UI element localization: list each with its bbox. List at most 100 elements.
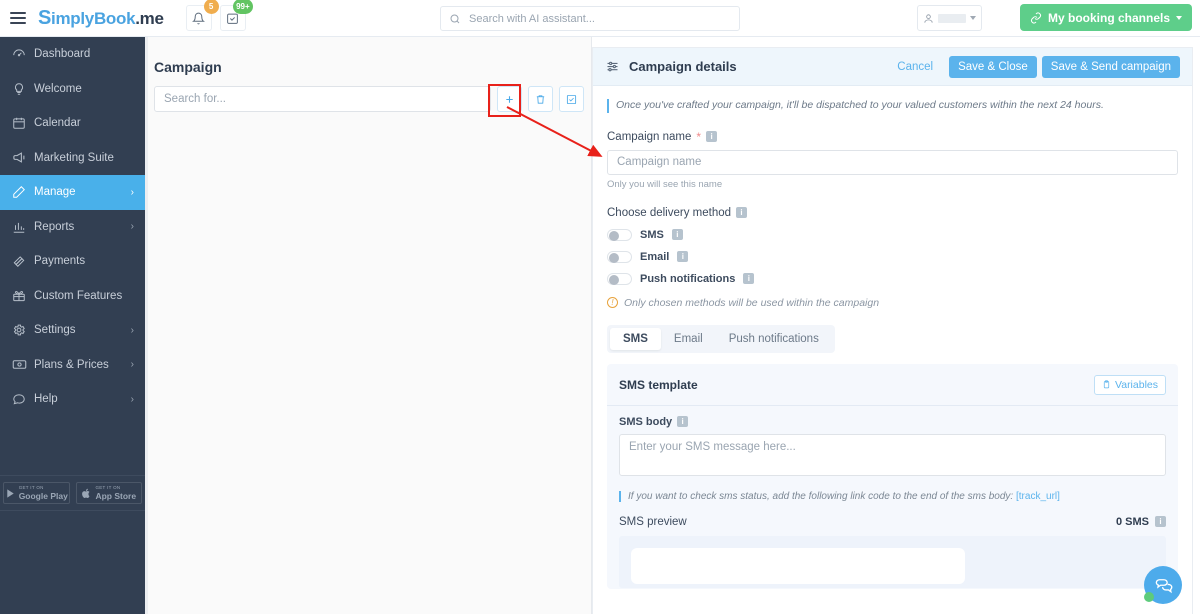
chevron-right-icon: › <box>130 393 134 405</box>
user-account-dropdown[interactable] <box>917 5 982 31</box>
app-store-badge[interactable]: GET IT ON App Store <box>75 482 142 504</box>
sidebar-item-label: Manage <box>34 186 76 199</box>
campaign-details-panel: Campaign details Cancel Save & Close Sav… <box>592 47 1193 614</box>
google-play-geton: GET IT ON <box>18 485 44 490</box>
plus-icon <box>506 95 513 103</box>
bulb-icon <box>12 82 34 96</box>
tab-sms[interactable]: SMS <box>610 327 661 350</box>
campaign-name-label: Campaign name <box>607 130 692 143</box>
delivery-toggle-push[interactable]: Push notifications i <box>607 272 1178 285</box>
track-url-hint: If you want to check sms status, add the… <box>619 490 1166 502</box>
sidebar-item-plans-prices[interactable]: Plans & Prices › <box>0 348 145 383</box>
variables-button[interactable]: Variables <box>1094 374 1166 395</box>
app-root: SimplyBook.me 5 99+ Search with AI assis… <box>0 0 1200 614</box>
google-play-label: Google Play <box>18 490 68 501</box>
notifications-button[interactable]: 5 <box>185 0 219 31</box>
sms-template-header: SMS template Variables <box>619 374 1166 395</box>
delete-campaign-button[interactable] <box>528 86 553 112</box>
google-play-badge[interactable]: GET IT ON Google Play <box>3 482 70 504</box>
required-asterisk: * <box>696 129 702 144</box>
info-icon[interactable]: i <box>677 416 689 428</box>
delivery-method-label: Choose delivery method <box>607 206 732 219</box>
add-campaign-button[interactable] <box>497 86 522 112</box>
sidebar-item-reports[interactable]: Reports › <box>0 210 145 245</box>
tab-push-notifications[interactable]: Push notifications <box>716 328 832 350</box>
sidebar-item-marketing-suite[interactable]: Marketing Suite <box>0 141 145 176</box>
sidebar-item-settings[interactable]: Settings › <box>0 313 145 348</box>
save-close-button[interactable]: Save & Close <box>949 55 1037 78</box>
info-icon[interactable]: i <box>736 207 748 219</box>
delivery-toggle-email[interactable]: Email i <box>607 250 1178 263</box>
user-name-redacted <box>938 13 966 23</box>
sidebar-item-help[interactable]: Help › <box>0 382 145 417</box>
sms-preview-area <box>619 535 1166 588</box>
sidebar-item-label: Custom Features <box>34 289 123 302</box>
info-icon[interactable]: i <box>671 229 683 241</box>
chat-bubbles-icon <box>1155 579 1173 594</box>
campaign-name-input[interactable] <box>607 149 1178 175</box>
chevron-down-icon <box>1176 15 1182 20</box>
menu-toggle-icon[interactable] <box>10 12 26 24</box>
sidebar-item-calendar[interactable]: Calendar <box>0 106 145 141</box>
gift-icon <box>12 289 34 303</box>
gear-icon <box>12 323 34 337</box>
campaign-dispatch-note: Once you've crafted your campaign, it'll… <box>607 99 1178 113</box>
top-bar: SimplyBook.me 5 99+ Search with AI assis… <box>0 0 1200 37</box>
sidebar-item-label: Plans & Prices <box>34 358 109 371</box>
channel-tabs: SMS Email Push notifications <box>607 324 835 353</box>
app-store-geton: GET IT ON <box>95 485 121 490</box>
sms-body-textarea[interactable] <box>619 433 1166 476</box>
sms-body-label: SMS body <box>619 415 673 428</box>
info-icon[interactable]: i <box>706 131 718 143</box>
sms-preview-header: SMS preview 0 SMS i <box>619 516 1166 528</box>
sliders-icon <box>607 61 618 72</box>
sidebar-item-welcome[interactable]: Welcome <box>0 72 145 107</box>
sidebar-item-custom-features[interactable]: Custom Features <box>0 279 145 314</box>
sms-template-card: SMS template Variables SMS body i If yo <box>607 363 1178 589</box>
cancel-button[interactable]: Cancel <box>897 61 933 73</box>
sidebar-item-payments[interactable]: Payments <box>0 244 145 279</box>
logo-s-glyph: S <box>38 6 52 29</box>
sidebar-item-label: Calendar <box>34 117 81 130</box>
warning-icon: ! <box>607 297 618 309</box>
campaign-name-label-row: Campaign name * i <box>607 130 1178 144</box>
support-chat-button[interactable] <box>1144 566 1182 604</box>
app-logo[interactable]: SimplyBook.me <box>38 7 164 30</box>
delivery-warning-text: Only chosen methods will be used within … <box>624 296 880 309</box>
tab-email[interactable]: Email <box>661 328 716 350</box>
sidebar: Dashboard Welcome Calendar Marketing Sui… <box>0 37 145 614</box>
select-all-button[interactable] <box>559 86 584 112</box>
sidebar-item-dashboard[interactable]: Dashboard <box>0 37 145 72</box>
ai-search-box[interactable] <box>440 6 740 31</box>
sidebar-item-label: Help <box>34 393 58 406</box>
money-icon <box>12 357 34 372</box>
toggle-switch-sms[interactable] <box>607 228 632 241</box>
track-url-link[interactable]: [track_url] <box>1016 491 1060 502</box>
divider <box>607 404 1178 406</box>
pencil-icon <box>12 185 34 199</box>
toggle-switch-push[interactable] <box>607 272 632 285</box>
campaign-name-hint: Only you will see this name <box>607 178 723 190</box>
campaign-search-input[interactable] <box>154 86 491 112</box>
info-icon[interactable]: i <box>1155 516 1166 528</box>
delivery-method-name: Email <box>640 250 670 263</box>
info-icon[interactable]: i <box>743 273 755 285</box>
sidebar-item-manage[interactable]: Manage › <box>0 175 145 210</box>
variables-label: Variables <box>1115 378 1158 391</box>
ai-search-input[interactable] <box>467 11 731 26</box>
page-title: Campaign <box>154 59 222 75</box>
list-scrollbar[interactable] <box>145 37 148 614</box>
chevron-right-icon: › <box>130 359 134 371</box>
link-icon <box>1031 12 1041 23</box>
delivery-toggle-sms[interactable]: SMS i <box>607 228 1178 241</box>
save-send-campaign-button[interactable]: Save & Send campaign <box>1041 55 1180 78</box>
toggle-switch-email[interactable] <box>607 250 632 263</box>
sidebar-item-label: Settings <box>34 324 76 337</box>
sms-count: 0 SMS <box>1115 515 1149 528</box>
toggle-knob <box>609 274 619 285</box>
tasks-button[interactable]: 99+ <box>219 0 253 31</box>
play-triangle-icon <box>6 488 14 498</box>
info-icon[interactable]: i <box>677 251 689 263</box>
my-booking-channels-button[interactable]: My booking channels <box>1019 4 1192 31</box>
sms-template-title: SMS template <box>619 377 698 392</box>
